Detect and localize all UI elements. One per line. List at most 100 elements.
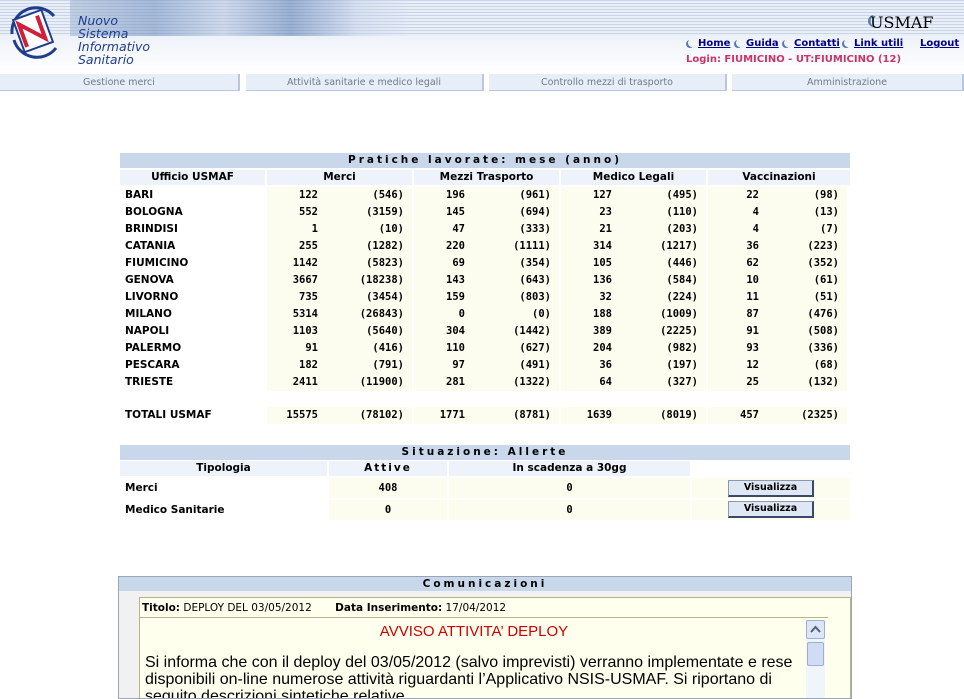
month-value: 93	[708, 340, 773, 357]
month-value: 62	[708, 255, 773, 272]
logo-line-4: Sanitario	[78, 52, 134, 67]
vertical-scrollbar[interactable]	[806, 620, 825, 698]
year-value: (336)	[773, 340, 847, 357]
allerte-title: Situazione: Allerte	[120, 445, 850, 460]
contatti-link[interactable]: Contatti	[784, 38, 840, 49]
month-value: 159	[414, 289, 479, 306]
year-value: (3454)	[332, 289, 412, 306]
tab-controllo-mezzi[interactable]: Controllo mezzi di trasporto	[489, 74, 727, 91]
month-value: 196	[414, 187, 479, 204]
table-row: BOLOGNA 552 (3159) 145 (694) 23 (110) 4 (13)	[120, 204, 850, 221]
logout-link[interactable]: Logout	[920, 38, 959, 49]
month-value: 188	[561, 306, 626, 323]
moon-icon	[784, 39, 792, 47]
month-value: 457	[708, 407, 773, 424]
month-value: 389	[561, 323, 626, 340]
month-value: 220	[414, 238, 479, 255]
year-value: (627)	[479, 340, 559, 357]
comunicazione-body[interactable]: AVVISO ATTIVITA’ DEPLOY Si informa che c…	[140, 617, 828, 698]
month-value: 1639	[561, 407, 626, 424]
tab-gestione-merci[interactable]: Gestione merci	[0, 74, 240, 91]
col-header-ufficio: Ufficio USMAF	[120, 170, 265, 185]
table-row: TOTALI USMAF 15575 (78102) 1771 (8781) 1639 (8…	[120, 407, 850, 424]
login-info: Login: FIUMICINO - UT:FIUMICINO (12)	[686, 54, 902, 65]
table-row: PESCARA 182 (791) 97 (491) 36 (197) 12 (68)	[120, 357, 850, 374]
year-value: (2325)	[773, 407, 847, 424]
allerte-tipo-medico: Medico Sanitarie	[125, 504, 225, 516]
month-value: 11	[708, 289, 773, 306]
year-value: (0)	[479, 306, 559, 323]
comunicazioni-content: Titolo: DEPLOY DEL 03/05/2012 Data Inser…	[139, 597, 851, 698]
ufficio-name: BOLOGNA	[120, 204, 265, 221]
year-value: (352)	[773, 255, 847, 272]
data-label: Data Inserimento:	[335, 602, 443, 614]
allerte-scadenza-medico: 0	[449, 500, 690, 520]
year-value: (5823)	[332, 255, 412, 272]
visualizza-merci-button[interactable]: Visualizza	[728, 480, 814, 497]
month-value: 32	[561, 289, 626, 306]
allerte-scadenza-merci: 0	[449, 478, 690, 498]
year-value: (11900)	[332, 374, 412, 391]
month-value: 1142	[267, 255, 332, 272]
col-header-mezzi: Mezzi Trasporto	[414, 170, 559, 185]
table-row: MILANO 5314 (26843) 0 (0) 188 (1009) 87 (476)	[120, 306, 850, 323]
month-value: 204	[561, 340, 626, 357]
year-value: (354)	[479, 255, 559, 272]
year-value: (224)	[626, 289, 706, 306]
year-value: (1282)	[332, 238, 412, 255]
year-value: (223)	[773, 238, 847, 255]
data-value: 17/04/2012	[445, 602, 507, 614]
month-value: 91	[267, 340, 332, 357]
chevron-up-icon	[810, 625, 821, 633]
year-value: (1442)	[479, 323, 559, 340]
comunicazioni-title: Comunicazioni	[119, 577, 851, 591]
month-value: 21	[561, 221, 626, 238]
ufficio-name: CATANIA	[120, 238, 265, 255]
month-value: 69	[414, 255, 479, 272]
table-row: TRIESTE 2411 (11900) 281 (1322) 64 (327) 25 (132…	[120, 374, 850, 391]
nsis-logo-icon	[10, 6, 58, 59]
home-link[interactable]: Home	[688, 38, 730, 49]
table-row: LIVORNO 735 (3454) 159 (803) 32 (224) 11 (51)	[120, 289, 850, 306]
month-value: 136	[561, 272, 626, 289]
month-value: 25	[708, 374, 773, 391]
tab-attivita-sanitarie[interactable]: Attività sanitarie e medico legali	[246, 74, 484, 91]
month-value: 110	[414, 340, 479, 357]
link-utili-label: Link utili	[854, 38, 904, 49]
guida-link-label: Guida	[746, 38, 779, 49]
year-value: (26843)	[332, 306, 412, 323]
month-value: 127	[561, 187, 626, 204]
ufficio-name: TRIESTE	[120, 374, 265, 391]
month-value: 105	[561, 255, 626, 272]
app-name: USMAF	[870, 13, 934, 32]
month-value: 145	[414, 204, 479, 221]
ufficio-name: LIVORNO	[120, 289, 265, 306]
ufficio-name: GENOVA	[120, 272, 265, 289]
year-value: (333)	[479, 221, 559, 238]
year-value: (1322)	[479, 374, 559, 391]
ufficio-name: FIUMICINO	[120, 255, 265, 272]
guida-link[interactable]: Guida	[736, 38, 779, 49]
titolo-value: DEPLOY DEL 03/05/2012	[183, 602, 312, 614]
tab-amministrazione[interactable]: Amministrazione	[732, 74, 964, 91]
month-value: 122	[267, 187, 332, 204]
scroll-up-button[interactable]	[806, 620, 825, 639]
ufficio-name: PALERMO	[120, 340, 265, 357]
ufficio-name: MILANO	[120, 306, 265, 323]
col-header-medico: Medico Legali	[561, 170, 706, 185]
month-value: 23	[561, 204, 626, 221]
visualizza-medico-button[interactable]: Visualizza	[728, 501, 814, 518]
month-value: 552	[267, 204, 332, 221]
month-value: 36	[708, 238, 773, 255]
ufficio-name: BRINDISI	[120, 221, 265, 238]
month-value: 1771	[414, 407, 479, 424]
year-value: (110)	[626, 204, 706, 221]
year-value: (1111)	[479, 238, 559, 255]
year-value: (791)	[332, 357, 412, 374]
link-utili-link[interactable]: Link utili	[844, 38, 903, 49]
allerte-tipo-merci: Merci	[125, 482, 158, 494]
scroll-thumb[interactable]	[807, 642, 824, 666]
comunicazioni-panel: Comunicazioni Titolo: DEPLOY DEL 03/05/2…	[118, 576, 852, 699]
month-value: 143	[414, 272, 479, 289]
titolo-label: Titolo:	[142, 602, 181, 614]
